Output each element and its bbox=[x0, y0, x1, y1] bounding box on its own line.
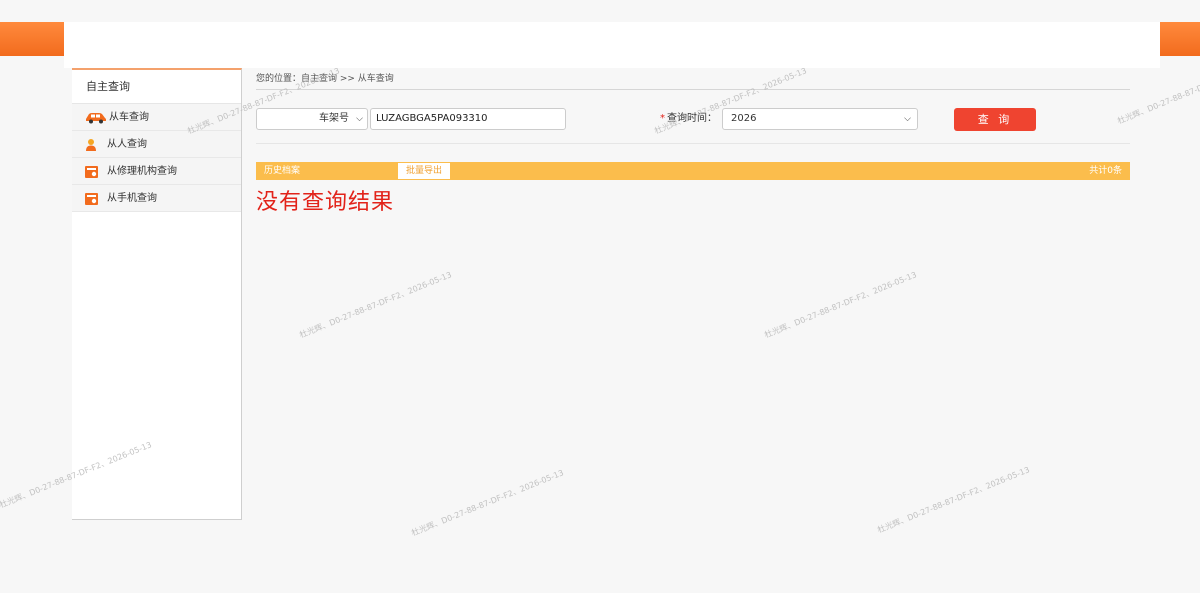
query-time-label: * 查询时间： bbox=[660, 108, 717, 130]
header-banner-right bbox=[1158, 22, 1200, 56]
query-button[interactable]: 查 询 bbox=[954, 108, 1036, 131]
history-bar: 历史档案 批量导出 共计0条 bbox=[256, 162, 1130, 180]
sidebar-item-repair-shop-query[interactable]: 从修理机构查询 bbox=[72, 158, 241, 185]
vin-input[interactable]: LUZAGBGA5PA093310 bbox=[370, 108, 566, 130]
no-result-message: 没有查询结果 bbox=[256, 190, 395, 215]
query-time-text: 查询时间： bbox=[667, 113, 717, 124]
breadcrumb: 您的位置：自主查询 >> 从车查询 bbox=[256, 68, 1130, 90]
sidebar-item-label: 从人查询 bbox=[107, 138, 147, 150]
required-mark: * bbox=[660, 113, 665, 124]
year-select[interactable]: 2026 ⌵ bbox=[722, 108, 918, 130]
sidebar-item-phone-query[interactable]: 从手机查询 bbox=[72, 185, 241, 212]
chevron-down-icon: ⌵ bbox=[904, 114, 911, 124]
sidebar-title: 自主查询 bbox=[72, 70, 241, 104]
watermark: 杜光辉、D0-27-88-87-DF-F2、2026-05-13 bbox=[298, 270, 453, 340]
year-value: 2026 bbox=[731, 113, 757, 124]
watermark: 杜光辉、D0-27-88-87-DF-F2、2026-05-13 bbox=[410, 468, 565, 538]
main-content: 您的位置：自主查询 >> 从车查询 车架号 ⌵ LUZAGBGA5PA09331… bbox=[256, 68, 1130, 216]
sidebar: 自主查询 从车查询 从人查询 从修理机构查询 从手机查询 bbox=[72, 68, 242, 520]
watermark: 杜光辉、D0-27-88-87-DF-F2、2026-05-13 bbox=[763, 270, 918, 340]
batch-export-button[interactable]: 批量导出 bbox=[398, 163, 450, 179]
history-label: 历史档案 bbox=[264, 166, 301, 176]
person-icon bbox=[84, 137, 98, 151]
phone-icon bbox=[84, 191, 98, 205]
sidebar-item-car-query[interactable]: 从车查询 bbox=[72, 104, 241, 131]
chevron-down-icon: ⌵ bbox=[356, 114, 363, 124]
sidebar-item-person-query[interactable]: 从人查询 bbox=[72, 131, 241, 158]
sidebar-item-label: 从修理机构查询 bbox=[107, 165, 177, 177]
watermark: 杜光辉、D0-27-88-87-DF-F2、2026-05-13 bbox=[876, 465, 1031, 535]
header-banner-left bbox=[0, 22, 64, 56]
sidebar-item-label: 从手机查询 bbox=[107, 192, 157, 204]
header-bar bbox=[64, 22, 1160, 68]
search-type-value: 车架号 bbox=[319, 113, 349, 124]
search-type-select[interactable]: 车架号 ⌵ bbox=[256, 108, 368, 130]
sidebar-item-label: 从车查询 bbox=[109, 111, 149, 123]
car-icon bbox=[84, 110, 108, 124]
result-count: 共计0条 bbox=[1089, 166, 1122, 176]
repair-shop-icon bbox=[84, 164, 98, 178]
search-row: 车架号 ⌵ LUZAGBGA5PA093310 * 查询时间： 2026 ⌵ 查 … bbox=[256, 90, 1130, 144]
